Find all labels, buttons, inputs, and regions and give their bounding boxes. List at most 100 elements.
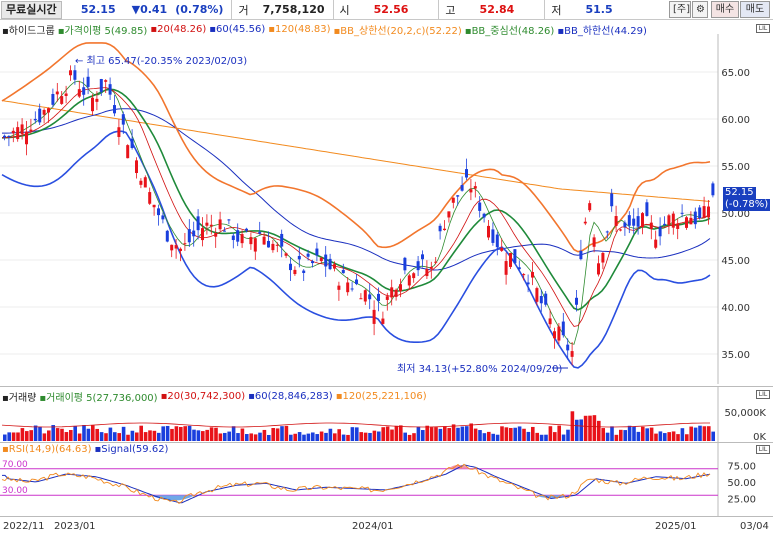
volume-bar <box>526 431 531 441</box>
realtime-label[interactable]: 무료실시간 <box>1 0 62 19</box>
candle-body <box>531 272 534 278</box>
scale-toggle-icon[interactable]: LIL <box>756 390 770 399</box>
volume-bar <box>60 428 64 441</box>
legend-item: ▪하이드그룹 <box>2 26 55 37</box>
volume-bar <box>649 427 654 441</box>
volume-bar <box>77 433 82 441</box>
volume-bar <box>355 427 359 441</box>
legend-item: ▪20(30,742,300) <box>160 391 246 402</box>
volume-bar <box>3 434 7 441</box>
candle-body <box>152 204 156 208</box>
x-tick-label: 03/04 <box>740 521 769 532</box>
candle-body <box>157 208 160 216</box>
volume-bar <box>86 428 91 441</box>
volume-bar <box>487 431 491 441</box>
volume-bar <box>680 428 685 441</box>
candle-body <box>500 247 504 251</box>
candle-body <box>201 228 204 241</box>
candle-body <box>491 229 495 243</box>
volume-bar <box>262 429 267 441</box>
candle-body <box>487 225 490 238</box>
volume-bar <box>592 415 597 441</box>
sell-button[interactable]: 매도 <box>740 1 770 18</box>
y-tick-label: 45.00 <box>721 256 750 267</box>
candle-body <box>447 211 451 218</box>
candle-body <box>319 257 323 262</box>
volume-bar <box>249 433 253 441</box>
candle-body <box>641 213 644 228</box>
y-tick-label: 75.00 <box>727 462 756 473</box>
candle-body <box>311 261 314 264</box>
candle-body <box>399 284 402 292</box>
candle-body <box>456 195 460 197</box>
volume-bar <box>513 427 517 441</box>
scale-toggle-icon[interactable]: LIL <box>756 24 770 33</box>
candle-body <box>161 215 165 220</box>
legend-item: ▪BB_하한선(44.29) <box>557 26 647 37</box>
volume-bar <box>495 434 500 441</box>
period-button[interactable]: [주] <box>669 1 691 18</box>
candle-body <box>645 202 649 216</box>
volume-bar <box>201 431 205 441</box>
settings-icon[interactable]: ⚙ <box>692 1 708 18</box>
volume-bar <box>311 432 315 441</box>
candle-body <box>482 213 486 218</box>
candle-body <box>583 221 587 224</box>
rsi-legend: ▪RSI(14,9)(64.63) ▪Signal(59.62) <box>2 444 171 455</box>
candle-body <box>403 257 407 271</box>
candle-body <box>104 80 108 82</box>
candle-body <box>284 253 288 256</box>
buy-button[interactable]: 매수 <box>711 1 739 18</box>
volume-bar <box>275 428 280 441</box>
volume-bar <box>522 428 526 441</box>
legend-item: ▪RSI(14,9)(64.63) <box>2 444 92 455</box>
volume-bar <box>381 427 385 441</box>
open-label: 시 <box>339 3 350 17</box>
volume-panel[interactable]: 50,000K 0K ▪거래량 ▪거래이평 5(27,736,000) ▪20(30,… <box>0 386 773 443</box>
scale-toggle-icon[interactable]: LIL <box>756 445 770 454</box>
price-chart[interactable]: 65.0060.0055.0050.0045.0040.0035.00← 최고 … <box>0 20 773 384</box>
candle-body <box>592 237 596 247</box>
y-tick-label: 50,000K <box>724 408 766 419</box>
legend-item: ▪BB_상한선(20,2,c)(52.22) <box>333 26 462 37</box>
candle-body <box>711 183 715 196</box>
rsi-panel[interactable]: 70.00 30.00 75.00 50.00 25.00 ▪RSI(14,9)(64.… <box>0 442 773 517</box>
candle-body <box>473 186 477 189</box>
y-tick-label: 40.00 <box>721 303 750 314</box>
candle-body <box>187 229 191 243</box>
volume-bar <box>126 434 130 441</box>
volume-bar <box>333 433 337 441</box>
candle-body <box>315 248 319 256</box>
price-legend: ▪하이드그룹 ▪가격이평 5(49.85) ▪20(48.26) ▪60(45.56)… <box>2 22 650 37</box>
volume-bar <box>614 434 619 441</box>
volume-bar <box>91 425 95 441</box>
candle-body <box>302 270 306 273</box>
price-panel[interactable]: 65.00 60.00 55.00 50.00 45.00 40.00 35.00 ← 최고 … <box>0 20 773 384</box>
candle-body <box>165 230 169 242</box>
candle-body <box>355 279 358 285</box>
volume-bar <box>601 428 605 441</box>
volume-value: 7,758,120 <box>262 3 325 16</box>
candle-body <box>535 288 539 302</box>
candle-body <box>614 216 618 226</box>
candle-body <box>183 243 187 245</box>
volume-bar <box>588 415 592 441</box>
volume-bar <box>271 427 275 441</box>
volume-bar <box>223 432 227 441</box>
volume-bar <box>667 432 671 441</box>
candle-body <box>619 229 622 231</box>
candle-body <box>227 219 231 221</box>
candle-body <box>698 207 702 219</box>
candle-body <box>676 223 680 229</box>
candle-body <box>333 264 336 269</box>
candle-body <box>293 269 297 275</box>
quote-bar: 무료실시간 52.15 ▼0.41 (0.78%) 거 7,758,120 시 … <box>0 0 773 20</box>
volume-bar <box>267 434 271 441</box>
bb-upper-line <box>1 42 711 253</box>
volume-bar <box>69 430 73 441</box>
volume-bar <box>306 433 311 441</box>
candle-body <box>372 309 376 324</box>
candle-body <box>707 206 710 218</box>
candle-body <box>377 293 380 301</box>
candle-body <box>566 344 570 351</box>
